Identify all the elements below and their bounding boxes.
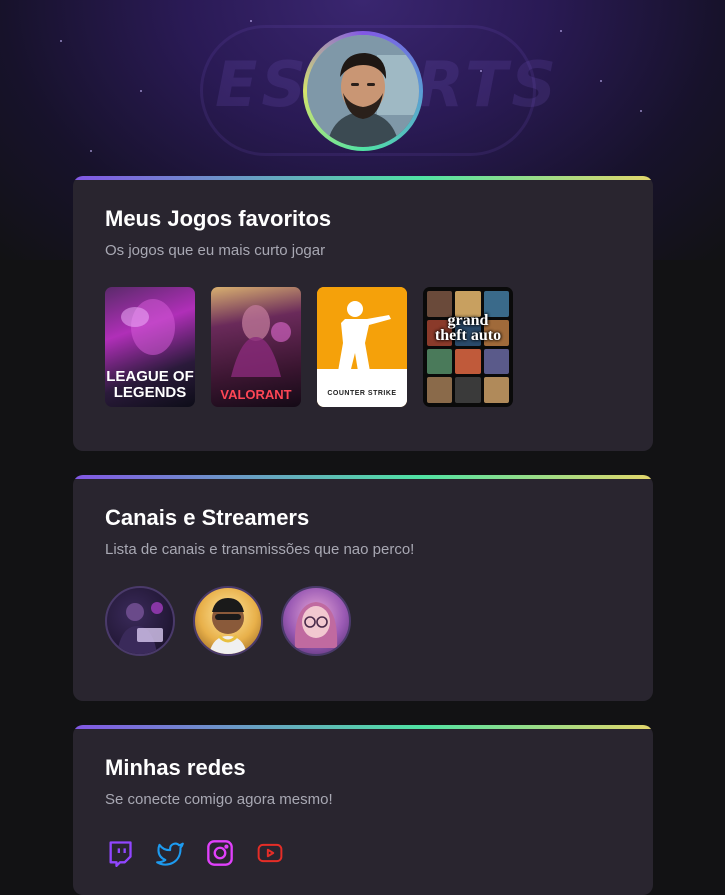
game-label: COUNTER STRIKE xyxy=(327,390,397,397)
card-title: Canais e Streamers xyxy=(105,505,310,530)
streamer-avatar-1[interactable] xyxy=(105,586,175,656)
streamers-list xyxy=(105,586,621,656)
instagram-icon xyxy=(207,840,233,866)
game-counter-strike[interactable]: COUNTER STRIKE xyxy=(317,287,407,407)
youtube-link[interactable] xyxy=(255,838,285,868)
streamer-avatar-2[interactable] xyxy=(193,586,263,656)
profile-avatar xyxy=(303,31,423,151)
soldier-silhouette-icon xyxy=(337,301,391,377)
game-label: grand theft auto xyxy=(434,312,502,344)
card-subtitle: Lista de canais e transmissões que nao p… xyxy=(105,541,415,558)
social-links xyxy=(105,838,621,868)
twitter-icon xyxy=(156,842,184,866)
game-valorant[interactable]: VALORANT xyxy=(211,287,301,407)
favorite-games-card: Meus Jogos favoritos Os jogos que eu mai… xyxy=(73,176,653,451)
youtube-icon xyxy=(257,843,283,863)
streamer-3-icon xyxy=(294,602,338,648)
streamer-2-icon xyxy=(209,598,247,654)
game-label: VALORANT xyxy=(220,387,292,402)
twitch-icon xyxy=(109,841,132,867)
games-list: LEAGUE OF LEGENDS VALORANT COUNTER STRIK… xyxy=(105,287,621,407)
game-gta-v[interactable]: grand theft auto xyxy=(423,287,513,407)
valorant-art-icon xyxy=(231,305,291,377)
instagram-link[interactable] xyxy=(205,838,235,868)
gta-cover-grid xyxy=(427,291,509,403)
streamer-1-icon xyxy=(117,602,163,654)
card-title: Meus Jogos favoritos xyxy=(105,206,332,231)
twitter-link[interactable] xyxy=(155,838,185,868)
card-title: Minhas redes xyxy=(105,755,246,780)
lol-art-icon xyxy=(121,299,175,355)
channels-card: Canais e Streamers Lista de canais e tra… xyxy=(73,475,653,701)
card-subtitle: Se conecte comigo agora mesmo! xyxy=(105,791,333,808)
avatar-photo xyxy=(307,35,419,147)
card-subtitle: Os jogos que eu mais curto jogar xyxy=(105,242,326,259)
person-photo-icon xyxy=(307,35,419,147)
streamer-avatar-3[interactable] xyxy=(281,586,351,656)
game-league-of-legends[interactable]: LEAGUE OF LEGENDS xyxy=(105,287,195,407)
twitch-link[interactable] xyxy=(105,838,135,868)
game-label: LEAGUE OF LEGENDS xyxy=(106,368,194,401)
